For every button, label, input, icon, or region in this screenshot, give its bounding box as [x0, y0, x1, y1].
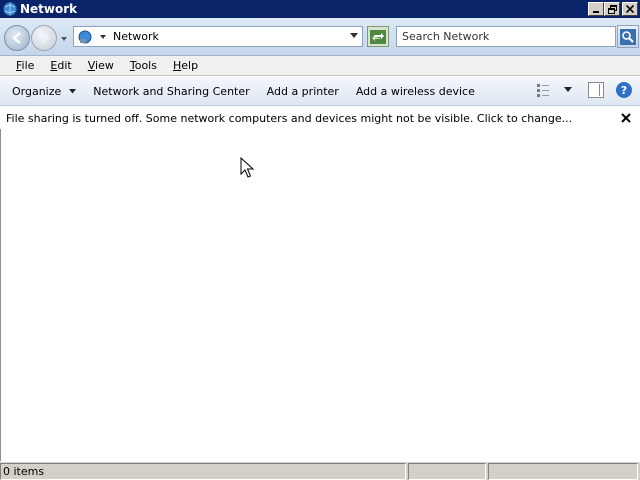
add-wireless-device-button[interactable]: Add a wireless device [350, 80, 481, 102]
restore-button[interactable] [604, 2, 620, 16]
menu-file[interactable]: File [8, 59, 42, 72]
menu-help-label: elp [181, 59, 199, 72]
forward-button[interactable] [31, 25, 57, 51]
menu-tools[interactable]: Tools [122, 59, 165, 72]
address-location-text: Network [113, 30, 159, 43]
menu-edit-label: dit [57, 59, 72, 72]
breadcrumb-arrow-icon[interactable] [99, 33, 107, 41]
add-printer-label: Add a printer [266, 84, 339, 98]
preview-pane-icon[interactable] [588, 82, 604, 98]
menu-edit[interactable]: Edit [42, 59, 79, 72]
views-icon[interactable] [536, 81, 554, 99]
network-sharing-center-button[interactable]: Network and Sharing Center [87, 80, 255, 102]
network-location-icon [78, 30, 92, 43]
network-icon [3, 2, 17, 16]
close-button[interactable] [622, 2, 638, 16]
chevron-down-icon [69, 88, 77, 93]
status-panel-2 [408, 462, 486, 480]
address-toolbar: Network Search Network [0, 18, 640, 56]
minimize-button[interactable] [588, 2, 604, 16]
menu-view-accel: V [87, 59, 96, 72]
help-icon[interactable]: ? [616, 82, 632, 98]
back-button[interactable] [4, 25, 30, 51]
title-bar[interactable]: Network [0, 0, 640, 18]
views-dropdown-icon[interactable] [564, 87, 572, 93]
back-arrow-icon [12, 32, 21, 44]
menu-bar: File Edit View Tools Help [0, 56, 640, 76]
add-printer-button[interactable]: Add a printer [261, 80, 345, 102]
address-bar[interactable]: Network [73, 26, 363, 47]
search-placeholder: Search Network [402, 30, 490, 43]
file-list-area[interactable] [0, 129, 640, 461]
menu-file-label: ile [21, 59, 35, 72]
file-sharing-message: File sharing is turned off. Some network… [6, 112, 573, 125]
status-panel-3 [488, 462, 638, 480]
status-item-count: 0 items [0, 462, 406, 480]
recent-pages-dropdown-icon[interactable] [59, 34, 69, 44]
item-count-text: 0 items [3, 464, 45, 478]
menu-tools-label: ools [134, 59, 157, 72]
organize-label: Organize [12, 84, 62, 98]
add-wireless-device-label: Add a wireless device [355, 84, 475, 98]
search-icon [620, 28, 636, 45]
close-icon[interactable] [621, 113, 631, 123]
menu-help-accel: H [172, 59, 182, 72]
menu-view-label: iew [95, 59, 114, 72]
close-icon [626, 5, 634, 13]
minimize-icon [593, 11, 599, 13]
restore-icon [607, 4, 617, 14]
search-button[interactable] [617, 25, 639, 48]
window-title: Network [20, 2, 78, 16]
command-bar: Organize Network and Sharing Center Add … [0, 77, 640, 106]
refresh-button[interactable] [367, 26, 389, 47]
menu-view[interactable]: View [80, 59, 122, 72]
search-input[interactable]: Search Network [396, 26, 616, 47]
organize-button[interactable]: Organize [6, 80, 82, 102]
menu-help[interactable]: Help [165, 59, 206, 72]
status-bar: 0 items [0, 461, 640, 480]
network-sharing-center-label: Network and Sharing Center [93, 84, 250, 98]
info-bar[interactable]: File sharing is turned off. Some network… [0, 108, 640, 129]
forward-arrow-icon [41, 32, 50, 44]
address-dropdown-icon[interactable] [350, 33, 358, 39]
mouse-cursor-icon [240, 157, 254, 178]
refresh-icon [370, 29, 386, 44]
